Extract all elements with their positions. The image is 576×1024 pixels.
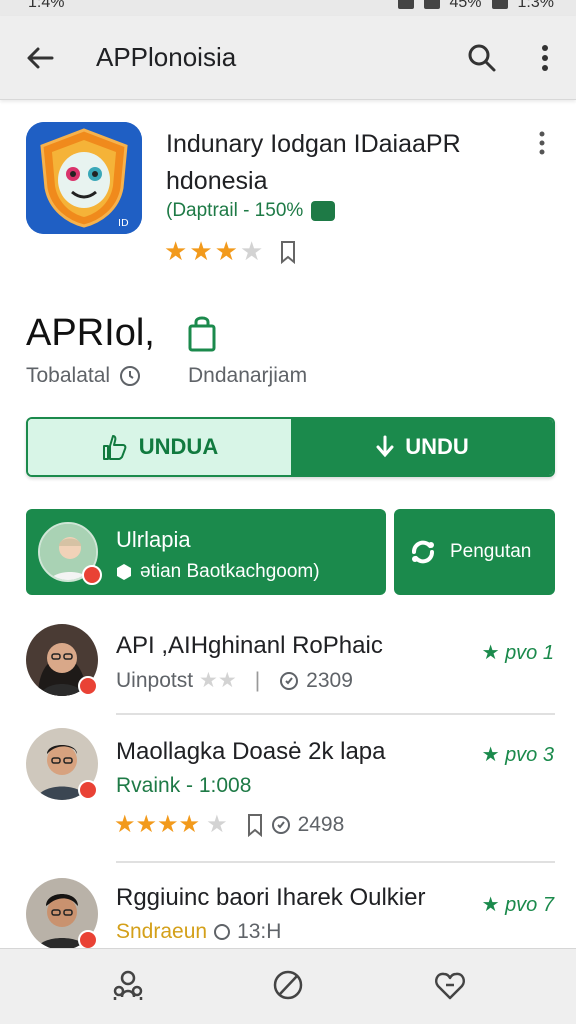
svg-text:ID: ID <box>118 218 129 229</box>
badge-icon <box>78 930 98 950</box>
app-more-icon[interactable] <box>530 128 554 158</box>
review-score: ★ pvo 3 <box>482 742 554 767</box>
bottom-navigation <box>0 948 576 1024</box>
reviewer-name: Rggiuinc baori Iharek Oulkier <box>116 884 426 911</box>
app-logo-icon: ID <box>26 122 142 234</box>
verified-badge-icon <box>311 201 336 221</box>
star-icon: ★ <box>164 236 188 266</box>
star-icon: ★ <box>189 236 213 266</box>
app-icon[interactable]: ID <box>26 122 142 234</box>
promo-title: Ulrlapia <box>116 527 191 552</box>
review-item[interactable]: Maollagka Doasė 2k lapa ★ pvo 3 Rvaink -… <box>0 726 576 856</box>
review-item[interactable]: API ,AIHghinanl RoPhaic ★ pvo 1 Uinpotst… <box>0 620 576 710</box>
app-meta-text: (Daptrail - 150% <box>166 200 304 221</box>
review-count: 13:H <box>237 920 282 943</box>
badge-icon <box>82 565 102 585</box>
status-clock: 1:3% <box>517 0 554 11</box>
app-bar: APPlonoisia <box>0 16 576 100</box>
review-score: ★ pvo 1 <box>482 640 554 665</box>
review-meta-text: Uinpotst <box>116 668 194 692</box>
app-name-line2: hdonesia <box>166 167 268 195</box>
star-empty-icon: ★ <box>206 811 228 838</box>
reviewer-name: API ,AIHghinanl RoPhaic <box>116 632 383 659</box>
signal-icon <box>397 0 414 9</box>
score-star-icon: ★ <box>481 642 500 664</box>
app-meta: (Daptrail - 150% <box>166 200 336 222</box>
review-score-text: pvo 7 <box>505 894 554 916</box>
review-count: 2498 <box>297 812 345 836</box>
app-rating: ★ ★ ★ ★ <box>164 236 297 267</box>
status-time: 1:4% <box>28 0 65 11</box>
search-icon[interactable] <box>464 40 500 76</box>
review-item[interactable]: Rggiuinc baori Iharek Oulkier ★ pvo 7 Sn… <box>0 874 576 950</box>
status-icons: 45% 1:3% <box>397 0 554 12</box>
download-secondary-label: UNDU <box>405 434 469 459</box>
star-empty-icon: ★★ <box>199 669 237 692</box>
download-secondary-button[interactable]: UNDU <box>291 419 553 475</box>
section-meta-right: Dndanarjiam <box>188 364 308 387</box>
star-empty-icon: ★ <box>239 236 264 266</box>
action-card-label: Pengutan <box>450 541 532 562</box>
thumb-tap-icon <box>102 435 127 460</box>
clock-icon <box>214 924 231 940</box>
review-score: ★ pvo 7 <box>482 892 554 917</box>
cube-icon <box>117 564 131 580</box>
badge-icon <box>78 780 98 800</box>
battery-percent: 45% <box>449 0 482 11</box>
promo-card[interactable]: Ulrlapia ətian Baotkachgoom) <box>26 509 386 595</box>
more-vert-icon[interactable] <box>530 40 560 76</box>
divider <box>116 861 555 863</box>
app-name-line1: Indunary Iodgan IDaiaaPR <box>166 130 461 158</box>
star-icon: ★ <box>214 236 238 266</box>
review-rating: ★★★★ ★ 2498 <box>114 810 344 839</box>
people-nav-icon[interactable] <box>110 967 146 1003</box>
download-button-group: UNDUA UNDU <box>26 417 555 477</box>
badge-icon <box>78 676 98 696</box>
review-meta-text: Sndraeun <box>116 920 208 943</box>
download-arrow-icon <box>376 435 394 458</box>
review-score-text: pvo 1 <box>505 642 554 664</box>
score-star-icon: ★ <box>481 744 500 766</box>
download-primary-label: UNDUA <box>138 434 219 459</box>
refresh-icon <box>412 540 434 564</box>
app-bar-title: APPlonoisia <box>96 42 237 72</box>
back-arrow-icon[interactable] <box>22 40 58 76</box>
section-meta-left-text: Tobalatal <box>26 364 111 387</box>
app-name: Indunary Iodgan IDaiaaPR hdonesia <box>166 126 506 200</box>
comment-icon <box>271 815 290 834</box>
section-title: APRIol, <box>26 312 155 354</box>
review-score-text: pvo 3 <box>505 744 554 766</box>
star-icon: ★★★★ <box>114 811 201 838</box>
heart-nav-icon[interactable] <box>432 967 468 1003</box>
divider <box>116 713 555 715</box>
bookmark-icon[interactable] <box>246 813 264 837</box>
status-bar: 1:4% 45% 1:3% <box>0 0 576 16</box>
bookmark-icon[interactable] <box>279 240 297 264</box>
battery-icon <box>491 0 508 9</box>
score-star-icon: ★ <box>481 894 500 916</box>
section-meta-left: Tobalatal <box>26 364 142 388</box>
comment-icon <box>280 671 299 690</box>
promo-subtitle: ətian Baotkachgoom) <box>116 561 320 583</box>
review-meta: Rvaink - 1:008 <box>116 774 252 797</box>
reviewer-name: Maollagka Doasė 2k lapa <box>116 738 386 765</box>
block-nav-icon[interactable] <box>270 967 306 1003</box>
download-primary-button[interactable]: UNDUA <box>28 419 291 475</box>
review-meta: Sndraeun 13:H <box>116 920 281 944</box>
action-card[interactable]: Pengutan <box>394 509 555 595</box>
wifi-icon <box>423 0 440 9</box>
promo-subtitle-text: ətian Baotkachgoom) <box>140 561 320 582</box>
review-count: 2309 <box>306 668 353 692</box>
shopping-bag-icon[interactable] <box>186 316 218 352</box>
clock-icon <box>120 366 141 386</box>
separator: | <box>254 668 261 692</box>
review-meta: Uinpotst ★★ | 2309 <box>116 668 353 693</box>
